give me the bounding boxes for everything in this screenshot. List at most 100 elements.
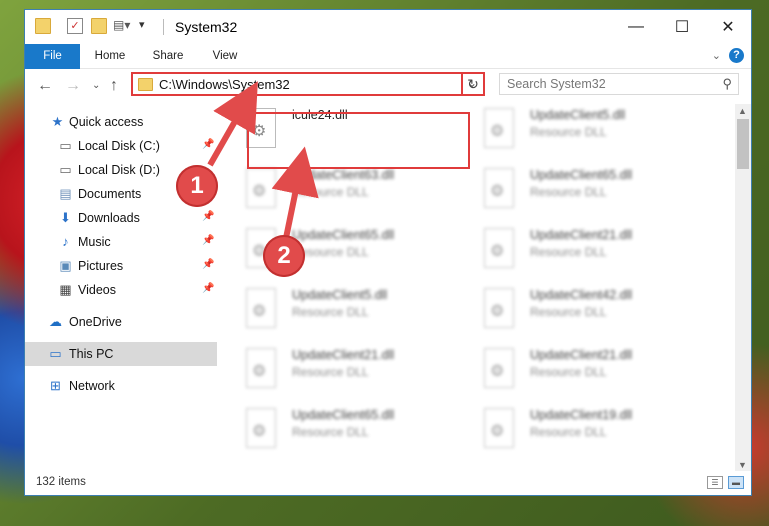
sidebar-item-label: Downloads	[78, 211, 140, 225]
dll-file-icon: ⚙	[484, 288, 514, 328]
search-input[interactable]: Search System32 ⚲	[499, 73, 739, 95]
file-name: UpdateClient63.dll	[292, 168, 395, 182]
scrollbar-thumb[interactable]	[737, 119, 749, 169]
file-item[interactable]: ⚙ UpdateClient63.dll Resource DLL	[230, 162, 460, 214]
file-item[interactable]: ⚙ UpdateClient65.dll Resource DLL	[468, 162, 698, 214]
scroll-down-icon[interactable]: ▼	[738, 460, 747, 470]
sidebar-item-network[interactable]: ⊞ Network	[25, 374, 217, 398]
star-icon: ★	[51, 114, 64, 129]
gear-icon: ⚙	[490, 243, 505, 260]
computer-icon: ▭	[49, 346, 62, 361]
highlight-box	[247, 112, 470, 169]
documents-icon: ▤	[59, 186, 72, 201]
forward-arrow-icon[interactable]: →	[65, 77, 81, 95]
sidebar-item-label: OneDrive	[69, 315, 122, 329]
chevron-down-icon[interactable]: ▾	[139, 18, 155, 34]
recent-locations-icon[interactable]: ⌄	[92, 80, 100, 91]
sidebar-item-this-pc[interactable]: ▭ This PC	[25, 342, 217, 366]
file-item[interactable]: ⚙ UpdateClient21.dll Resource DLL	[230, 342, 460, 394]
file-name: UpdateClient65.dll	[292, 228, 395, 242]
file-type: Resource DLL	[530, 425, 607, 439]
up-arrow-icon[interactable]: ↑	[110, 77, 118, 95]
file-type: Resource DLL	[530, 185, 607, 199]
file-type: Resource DLL	[530, 245, 607, 259]
dll-file-icon: ⚙	[246, 408, 276, 448]
sidebar-item-downloads[interactable]: ⬇ Downloads 📌	[25, 206, 217, 230]
title-separator	[163, 19, 164, 35]
ribbon-tabs: File Home Share View ⌄ ?	[25, 44, 751, 96]
file-name: UpdateClient5.dll	[292, 288, 388, 302]
file-type: Resource DLL	[292, 365, 369, 379]
file-name: UpdateClient5.dll	[530, 108, 626, 122]
gear-icon: ⚙	[252, 303, 267, 320]
file-item[interactable]: ⚙ UpdateClient42.dll Resource DLL	[468, 282, 698, 334]
gear-icon: ⚙	[490, 363, 505, 380]
sidebar-item-music[interactable]: ♪ Music 📌	[25, 230, 217, 254]
file-item[interactable]: ⚙ UpdateClient21.dll Resource DLL	[468, 342, 698, 394]
sidebar-item-pictures[interactable]: ▣ Pictures 📌	[25, 254, 217, 278]
navigation-pane: ★ Quick access ▭ Local Disk (C:) 📌 ▭ Loc…	[25, 106, 217, 466]
file-name: UpdateClient65.dll	[292, 408, 395, 422]
window-title: System32	[175, 19, 238, 35]
file-type: Resource DLL	[530, 305, 607, 319]
file-type: Resource DLL	[530, 125, 607, 139]
dll-file-icon: ⚙	[246, 348, 276, 388]
folder-icon	[35, 18, 51, 34]
back-arrow-icon[interactable]: ←	[37, 77, 53, 95]
file-type: Resource DLL	[292, 185, 369, 199]
file-list: ⚙ icule24.dll ⚙ UpdateClient5.dll Resour…	[230, 102, 735, 472]
videos-icon: ▦	[59, 282, 72, 297]
properties-icon[interactable]: ✓	[67, 18, 83, 34]
dll-file-icon: ⚙	[246, 168, 276, 208]
file-item[interactable]: ⚙ UpdateClient65.dll Resource DLL	[230, 402, 460, 454]
tab-home[interactable]: Home	[85, 44, 135, 68]
file-item[interactable]: ⚙ UpdateClient19.dll Resource DLL	[468, 402, 698, 454]
file-item[interactable]: ⚙ UpdateClient21.dll Resource DLL	[468, 222, 698, 274]
dll-file-icon: ⚙	[484, 408, 514, 448]
new-folder-icon[interactable]	[91, 18, 107, 34]
customize-toolbar-icon[interactable]: ▤▾	[113, 18, 130, 34]
expand-ribbon-icon[interactable]: ⌄	[712, 49, 721, 62]
tab-share[interactable]: Share	[143, 44, 193, 68]
dll-file-icon: ⚙	[484, 168, 514, 208]
file-item[interactable]: ⚙ UpdateClient5.dll Resource DLL	[468, 102, 698, 154]
file-name: UpdateClient21.dll	[530, 228, 633, 242]
file-type: Resource DLL	[292, 425, 369, 439]
close-button[interactable]: ✕	[705, 10, 751, 44]
pictures-icon: ▣	[59, 258, 72, 273]
refresh-button[interactable]: ↻	[461, 72, 485, 96]
sidebar-item-label: Local Disk (C:)	[78, 139, 160, 153]
scroll-up-icon[interactable]: ▲	[738, 106, 747, 116]
pin-icon: 📌	[202, 211, 215, 222]
maximize-button[interactable]: ☐	[659, 10, 705, 44]
address-bar[interactable]: C:\Windows\System32 ⌄	[131, 72, 485, 96]
file-name: UpdateClient19.dll	[530, 408, 633, 422]
address-path: C:\Windows\System32	[159, 77, 290, 92]
details-view-icon[interactable]: ☰	[707, 476, 723, 489]
file-name: UpdateClient21.dll	[530, 348, 633, 362]
pin-icon: 📌	[202, 139, 215, 150]
network-icon: ⊞	[50, 378, 61, 393]
minimize-button[interactable]: —	[613, 10, 659, 44]
sidebar-item-quick-access[interactable]: ★ Quick access	[25, 110, 217, 134]
help-icon[interactable]: ?	[729, 48, 744, 63]
gear-icon: ⚙	[252, 423, 267, 440]
vertical-scrollbar[interactable]: ▲ ▼	[735, 104, 751, 472]
file-item[interactable]: ⚙ UpdateClient5.dll Resource DLL	[230, 282, 460, 334]
status-bar: 132 items ☰ ▬	[25, 471, 751, 495]
step-2-badge: 2	[263, 235, 305, 277]
gear-icon: ⚙	[490, 303, 505, 320]
sidebar-item-videos[interactable]: ▦ Videos 📌	[25, 278, 217, 302]
drive-icon: ▭	[59, 138, 72, 153]
sidebar-item-local-disk-c[interactable]: ▭ Local Disk (C:) 📌	[25, 134, 217, 158]
file-type: Resource DLL	[292, 305, 369, 319]
large-icons-view-icon[interactable]: ▬	[728, 476, 744, 489]
sidebar-item-label: Quick access	[69, 115, 144, 129]
sidebar-item-onedrive[interactable]: ☁ OneDrive	[25, 310, 217, 334]
file-name: UpdateClient65.dll	[530, 168, 633, 182]
tab-view[interactable]: View	[200, 44, 250, 68]
gear-icon: ⚙	[490, 423, 505, 440]
sidebar-item-label: Network	[69, 379, 115, 393]
step-1-badge: 1	[176, 165, 218, 207]
file-type: Resource DLL	[530, 365, 607, 379]
